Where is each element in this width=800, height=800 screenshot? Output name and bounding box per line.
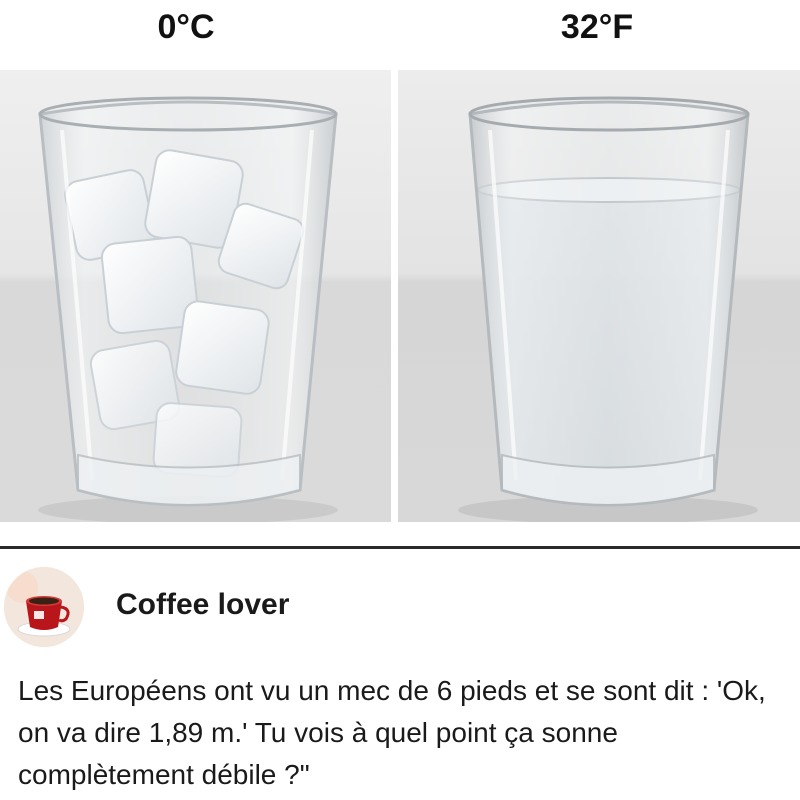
right-panel-label: 32°F: [560, 8, 634, 46]
coffee-cup-icon[interactable]: [4, 567, 84, 647]
divider: [0, 546, 800, 549]
glass-of-water-photo: [398, 70, 800, 522]
left-panel-label: 0°C: [157, 8, 215, 46]
post-author[interactable]: Coffee lover: [116, 588, 289, 622]
post-text: Les Européens ont vu un mec de 6 pieds e…: [18, 675, 766, 790]
glass-of-ice-photo: [0, 70, 391, 522]
